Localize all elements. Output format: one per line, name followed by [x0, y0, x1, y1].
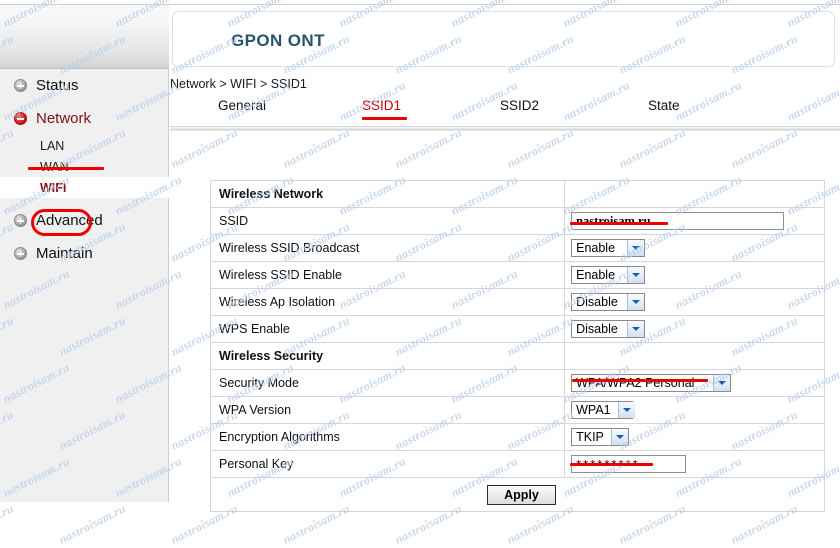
- select-value: WPA/WPA2 Personal: [576, 376, 695, 390]
- row-label: Wireless SSID Enable: [209, 261, 566, 289]
- select-value: TKIP: [576, 430, 604, 444]
- chevron-down-icon: [713, 375, 731, 391]
- tab-bar-divider: [170, 126, 840, 131]
- chevron-down-icon: [627, 240, 645, 256]
- row-control: WPA/WPA2 Personal: [564, 369, 825, 397]
- tab-bar: General SSID1 SSID2 State: [170, 98, 840, 131]
- chevron-down-icon: [627, 321, 645, 337]
- select-value: Disable: [576, 295, 618, 309]
- table-row: SSID: [209, 207, 825, 235]
- chevron-down-icon: [627, 294, 645, 310]
- wireless-ssid-broadcast-select[interactable]: Enable: [571, 239, 646, 257]
- plus-circle-icon: [14, 79, 27, 92]
- personal-key-input[interactable]: [571, 455, 687, 473]
- row-label: Encryption Algorithms: [209, 423, 566, 451]
- row-label: Personal Key: [209, 450, 566, 478]
- plus-circle-icon: [14, 247, 27, 260]
- table-footer: Apply: [210, 477, 825, 512]
- sidebar-subitem-label: WIFI: [40, 180, 67, 195]
- breadcrumb: Network > WIFI > SSID1: [170, 77, 307, 91]
- security-mode-select[interactable]: WPA/WPA2 Personal: [571, 374, 732, 392]
- main-content: GPON ONT Network > WIFI > SSID1 General …: [170, 5, 840, 512]
- row-label: Wireless SSID Broadcast: [209, 234, 566, 262]
- row-control: [564, 450, 825, 478]
- sidebar-item-network[interactable]: Network: [0, 102, 168, 135]
- sidebar-subitem-label: LAN: [40, 138, 65, 153]
- tab-state[interactable]: State: [648, 98, 680, 113]
- plus-circle-icon: [14, 214, 27, 227]
- ssid-input[interactable]: [571, 212, 785, 230]
- sidebar-item-wifi[interactable]: WIFI: [0, 177, 169, 198]
- page-title: GPON ONT: [231, 31, 325, 50]
- row-label: SSID: [209, 207, 566, 235]
- sidebar-item-status[interactable]: Status: [0, 69, 168, 102]
- minus-circle-icon: [14, 112, 27, 125]
- row-label: Wireless Ap Isolation: [209, 288, 566, 316]
- table-row: Wireless SSID Broadcast Enable: [209, 234, 825, 262]
- sidebar: Status Network LAN WAN WIFI Advanced Mai…: [0, 69, 169, 502]
- row-control: [564, 207, 825, 235]
- table-section-header: Wireless Network: [209, 180, 825, 208]
- table-row: Personal Key: [209, 450, 825, 478]
- toolbar-gradient-band: [0, 5, 169, 69]
- sidebar-item-label: Network: [36, 110, 92, 127]
- wps-enable-select[interactable]: Disable: [571, 320, 646, 338]
- apply-cell: Apply: [210, 477, 825, 512]
- chevron-down-icon: [627, 267, 645, 283]
- select-value: Enable: [576, 241, 616, 255]
- select-value: Disable: [576, 322, 618, 336]
- table-row: Security Mode WPA/WPA2 Personal: [209, 369, 825, 397]
- sidebar-item-advanced[interactable]: Advanced: [0, 204, 168, 237]
- wireless-ssid-enable-select[interactable]: Enable: [571, 266, 646, 284]
- section-title-spacer: [564, 342, 825, 370]
- tab-ssid2[interactable]: SSID2: [500, 98, 539, 113]
- row-control: Enable: [564, 261, 825, 289]
- table-section-header: Wireless Security: [209, 342, 825, 370]
- wpa-version-select[interactable]: WPA1: [571, 401, 635, 419]
- table-row: Wireless SSID Enable Enable: [209, 261, 825, 289]
- row-label: WPA Version: [209, 396, 566, 424]
- sidebar-subitem-label: WAN: [40, 159, 69, 174]
- wireless-settings-table: Wireless Network SSID Wireless SSID Broa…: [209, 180, 825, 512]
- encryption-algorithms-select[interactable]: TKIP: [571, 428, 630, 446]
- select-value: Enable: [576, 268, 616, 282]
- sidebar-item-label: Maintain: [36, 245, 93, 262]
- row-control: Enable: [564, 234, 825, 262]
- product-title-box: GPON ONT: [172, 11, 835, 67]
- tab-general[interactable]: General: [218, 98, 266, 113]
- sidebar-item-maintain[interactable]: Maintain: [0, 237, 168, 270]
- sidebar-item-lan[interactable]: LAN: [0, 135, 168, 156]
- row-label: Security Mode: [209, 369, 566, 397]
- table-row: WPA Version WPA1: [209, 396, 825, 424]
- row-control: TKIP: [564, 423, 825, 451]
- sidebar-item-wan[interactable]: WAN: [0, 156, 168, 177]
- watermark-text: nastroisam.ru: [0, 501, 16, 547]
- wireless-ap-isolation-select[interactable]: Disable: [571, 293, 646, 311]
- table-row: Encryption Algorithms TKIP: [209, 423, 825, 451]
- row-control: Disable: [564, 315, 825, 343]
- toolbar-highlight: [0, 5, 169, 8]
- table-row: WPS Enable Disable: [209, 315, 825, 343]
- chevron-down-icon: [611, 429, 629, 445]
- tab-ssid1[interactable]: SSID1: [362, 98, 401, 113]
- table-row: Wireless Ap Isolation Disable: [209, 288, 825, 316]
- section-title-spacer: [564, 180, 825, 208]
- row-control: WPA1: [564, 396, 825, 424]
- section-title: Wireless Network: [209, 180, 566, 208]
- sidebar-item-label: Advanced: [36, 212, 103, 229]
- row-label: WPS Enable: [209, 315, 566, 343]
- chevron-down-icon: [617, 402, 635, 418]
- sidebar-item-label: Status: [36, 77, 79, 94]
- row-control: Disable: [564, 288, 825, 316]
- section-title: Wireless Security: [209, 342, 566, 370]
- select-value: WPA1: [576, 403, 611, 417]
- watermark-text: nastroisam.ru: [56, 501, 128, 547]
